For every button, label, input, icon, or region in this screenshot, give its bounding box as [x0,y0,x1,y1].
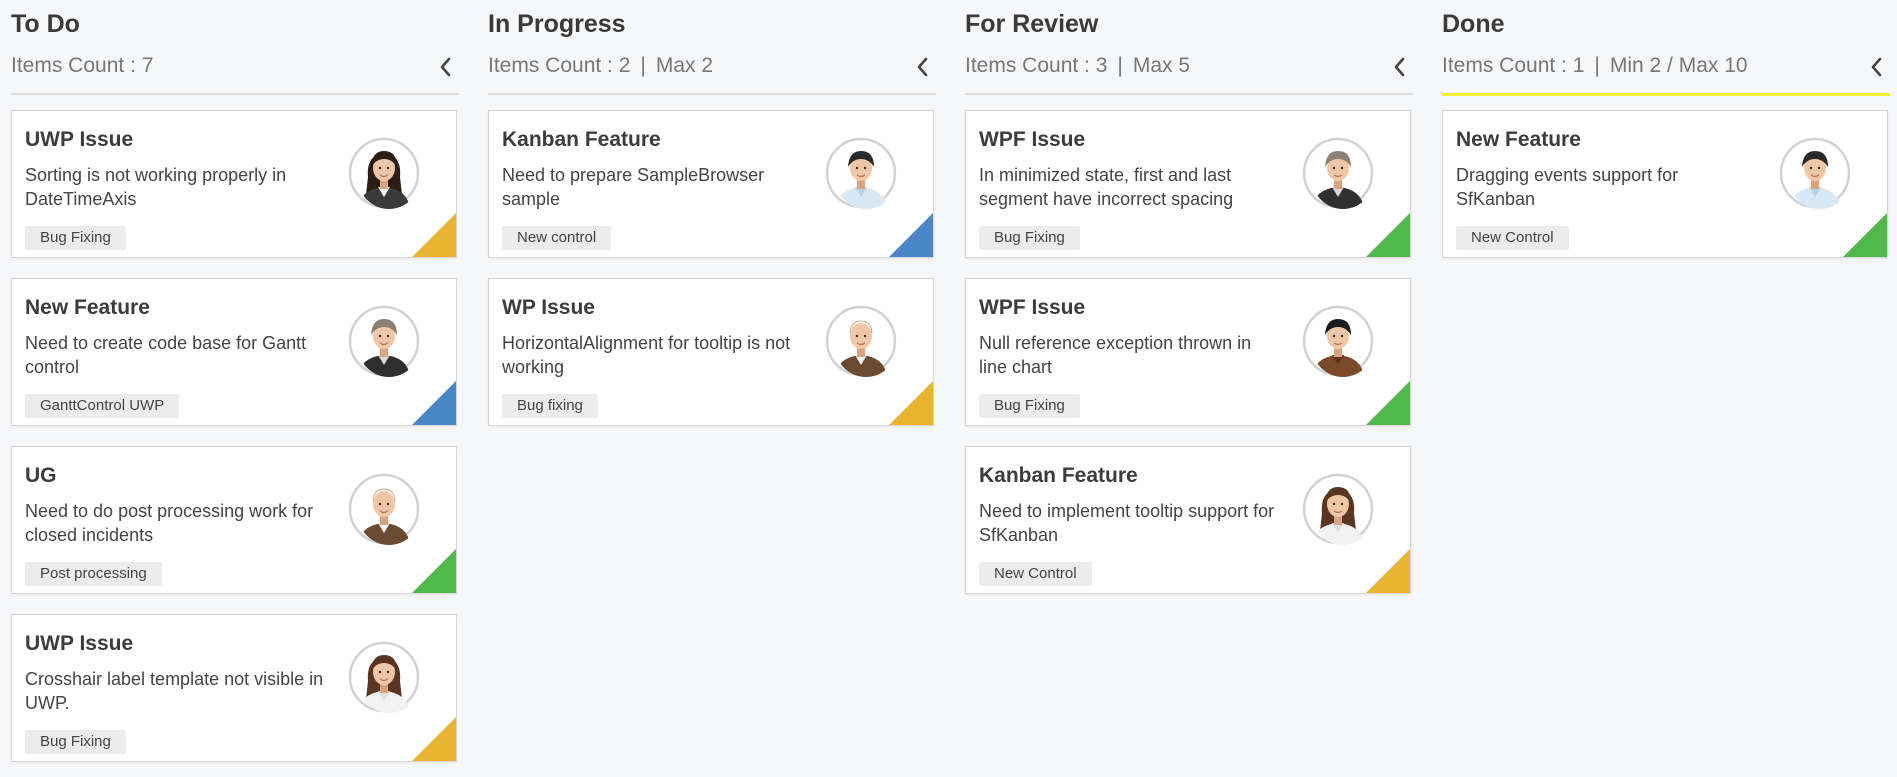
card-description: In minimized state, first and last segme… [979,165,1234,209]
color-indicator [412,381,456,425]
card-tag[interactable]: Bug Fixing [25,226,126,250]
card-title: UG [25,464,57,487]
card-description: Need to prepare SampleBrowser sample [502,165,765,209]
color-indicator [1366,549,1410,593]
card-tag[interactable]: Bug Fixing [979,226,1080,250]
card-tag[interactable]: GanttControl UWP [25,394,180,418]
card-tag[interactable]: New control [502,226,612,250]
card-description: Sorting is not working properly in DateT… [25,165,287,209]
color-indicator [412,213,456,257]
items-count-label: Items Count : 2 [488,54,631,77]
column-item-count: Items Count : 3 | Max 5 [965,54,1190,78]
kanban-column: To Do Items Count : 7 UWP Issue Sorting … [11,0,459,777]
chevron-left-icon[interactable] [1866,52,1888,82]
color-indicator [1843,213,1887,257]
card-tag[interactable]: Bug fixing [502,394,598,418]
column-limit-label: Max 5 [1132,54,1191,77]
card-title: Kanban Feature [502,128,661,151]
card-description: Null reference exception thrown in line … [979,333,1252,377]
card-description: Need to do post processing work for clos… [25,501,314,545]
column-item-count: Items Count : 2 | Max 2 [488,54,713,78]
color-indicator [412,717,456,761]
kanban-card[interactable]: WPF Issue In minimized state, first and … [965,110,1411,258]
card-title: WP Issue [502,296,595,319]
color-indicator [1366,381,1410,425]
column-title: Done [1442,10,1505,38]
column-title: To Do [11,10,80,38]
avatar-icon [825,305,897,377]
card-title: Kanban Feature [979,464,1138,487]
kanban-column: In Progress Items Count : 2 | Max 2 Kanban… [488,0,936,777]
card-tag[interactable]: New Control [979,562,1092,586]
kanban-card[interactable]: UWP Issue Crosshair label template not v… [11,614,457,762]
kanban-card[interactable]: Kanban Feature Need to prepare SampleBro… [488,110,934,258]
kanban-card[interactable]: UWP Issue Sorting is not working properl… [11,110,457,258]
column-limit-label: Min 2 / Max 10 [1609,54,1748,77]
kanban-card[interactable]: New Feature Dragging events support for … [1442,110,1888,258]
kanban-card[interactable]: WP Issue HorizontalAlignment for tooltip… [488,278,934,426]
card-tag[interactable]: Post processing [25,562,162,586]
kanban-column: Done Items Count : 1 | Min 2 / Max 10 New … [1442,0,1890,777]
column-item-count: Items Count : 1 | Min 2 / Max 10 [1442,54,1748,78]
column-header-underline [11,93,459,95]
column-limit-label: Max 2 [655,54,714,77]
avatar-icon [348,641,420,713]
avatar-icon [825,137,897,209]
card-title: WPF Issue [979,128,1086,151]
color-indicator [1366,213,1410,257]
avatar-icon [1779,137,1851,209]
chevron-left-icon[interactable] [435,52,457,82]
card-title: New Feature [25,296,150,319]
card-description: Need to implement tooltip support for Sf… [979,501,1275,545]
card-tag[interactable]: New Control [1456,226,1569,250]
column-header-underline [488,93,936,95]
avatar-icon [348,473,420,545]
avatar-icon [1302,305,1374,377]
card-description: Dragging events support for SfKanban [1456,165,1679,209]
items-count-label: Items Count : 1 [1442,54,1585,77]
color-indicator [889,381,933,425]
avatar-icon [348,305,420,377]
chevron-left-icon[interactable] [1389,52,1411,82]
avatar-icon [348,137,420,209]
separator: | [1594,54,1600,77]
card-title: WPF Issue [979,296,1086,319]
card-description: HorizontalAlignment for tooltip is not w… [502,333,791,377]
card-title: UWP Issue [25,128,134,151]
column-header-underline [965,93,1413,95]
chevron-left-icon[interactable] [912,52,934,82]
items-count-label: Items Count : 7 [11,54,154,77]
card-tag[interactable]: Bug Fixing [979,394,1080,418]
card-tag[interactable]: Bug Fixing [25,730,126,754]
card-title: UWP Issue [25,632,134,655]
kanban-card[interactable]: WPF Issue Null reference exception throw… [965,278,1411,426]
kanban-column: For Review Items Count : 3 | Max 5 WPF Iss… [965,0,1413,777]
card-title: New Feature [1456,128,1581,151]
items-count-label: Items Count : 3 [965,54,1108,77]
color-indicator [889,213,933,257]
color-indicator [412,549,456,593]
kanban-board: To Do Items Count : 7 UWP Issue Sorting … [0,0,1897,777]
kanban-card[interactable]: UG Need to do post processing work for c… [11,446,457,594]
avatar-icon [1302,137,1374,209]
kanban-card[interactable]: Kanban Feature Need to implement tooltip… [965,446,1411,594]
card-description: Crosshair label template not visible in … [25,669,324,713]
card-description: Need to create code base for Gantt contr… [25,333,307,377]
column-title: For Review [965,10,1099,38]
column-item-count: Items Count : 7 [11,54,153,78]
avatar-icon [1302,473,1374,545]
kanban-card[interactable]: New Feature Need to create code base for… [11,278,457,426]
separator: | [1117,54,1123,77]
separator: | [640,54,646,77]
column-header-underline [1442,93,1890,96]
column-title: In Progress [488,10,626,38]
